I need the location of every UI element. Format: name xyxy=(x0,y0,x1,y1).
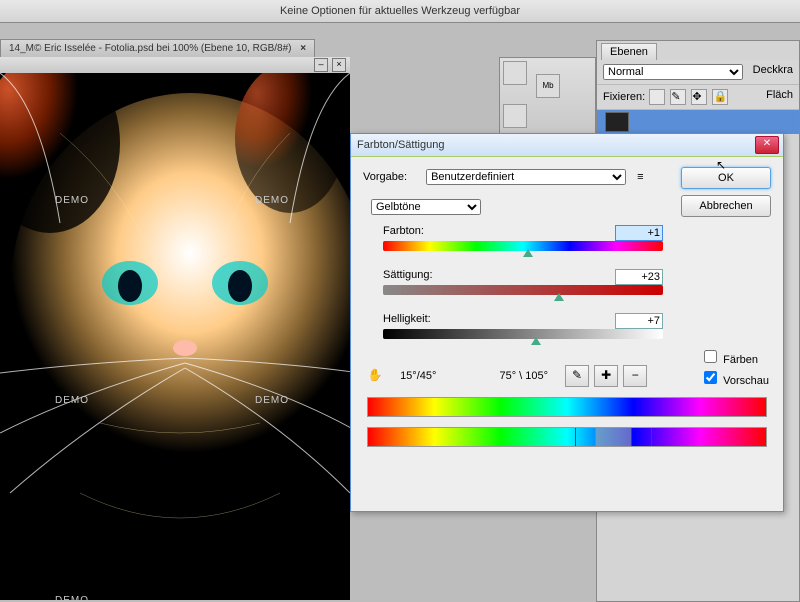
lig-input[interactable] xyxy=(615,313,663,329)
eyedropper-sub-icon[interactable]: − xyxy=(623,365,647,387)
spectrum-bottom[interactable] xyxy=(367,427,767,447)
range-deg-2: 75° \ 105° xyxy=(499,370,548,382)
preset-label: Vorgabe: xyxy=(363,171,423,183)
document-tab-label: 14_M© Eric Isselée - Fotolia.psd bei 100… xyxy=(9,43,292,54)
sat-input[interactable] xyxy=(615,269,663,285)
sat-slider[interactable] xyxy=(383,285,663,295)
app-icon[interactable] xyxy=(503,61,527,85)
watermark: DEMO xyxy=(255,395,289,406)
image-content xyxy=(0,73,350,600)
grid-icon[interactable] xyxy=(503,104,527,128)
preset-menu-icon[interactable]: ≡ xyxy=(637,171,643,183)
blend-mode-select[interactable]: Normal xyxy=(603,64,743,80)
range-fill xyxy=(595,428,631,446)
range-marker[interactable] xyxy=(575,428,576,446)
lock-transparent-icon[interactable] xyxy=(649,89,665,105)
layers-tab[interactable]: Ebenen xyxy=(601,43,657,60)
dialog-titlebar[interactable]: Farbton/Sättigung ✕ xyxy=(351,134,783,157)
hue-thumb[interactable] xyxy=(523,249,533,257)
spectrum-top[interactable] xyxy=(367,397,767,417)
minimize-icon[interactable]: – xyxy=(314,58,328,72)
colorize-check[interactable]: Färben xyxy=(700,347,769,366)
fill-label: Fläch xyxy=(766,89,793,101)
hue-sat-dialog: Farbton/Sättigung ✕ OK Abbrechen Vorgabe… xyxy=(350,133,784,512)
close-icon[interactable]: × xyxy=(332,58,346,72)
hue-label: Farbton: xyxy=(383,225,473,237)
toolstrip: Mb xyxy=(499,57,596,134)
close-tab-icon[interactable]: × xyxy=(300,43,306,54)
sat-label: Sättigung: xyxy=(383,269,473,281)
channel-select[interactable]: Gelbtöne xyxy=(371,199,481,215)
lig-label: Helligkeit: xyxy=(383,313,473,325)
hue-slider[interactable] xyxy=(383,241,663,251)
watermark: DEMO xyxy=(55,195,89,206)
lig-slider[interactable] xyxy=(383,329,663,339)
mb-icon[interactable]: Mb xyxy=(536,74,560,98)
preview-check[interactable]: Vorschau xyxy=(700,368,769,387)
range-marker[interactable] xyxy=(631,428,632,446)
sat-thumb[interactable] xyxy=(554,293,564,301)
cancel-button[interactable]: Abbrechen xyxy=(681,195,771,217)
lig-thumb[interactable] xyxy=(531,337,541,345)
range-marker[interactable] xyxy=(651,428,652,446)
opacity-label: Deckkra xyxy=(753,64,793,76)
options-bar: Keine Optionen für aktuelles Werkzeug ve… xyxy=(0,0,800,23)
layer-row-selected[interactable] xyxy=(597,110,799,134)
eyedropper-icon[interactable]: ✎ xyxy=(565,365,589,387)
layer-thumb xyxy=(605,112,629,132)
ok-button[interactable]: OK xyxy=(681,167,771,189)
dialog-title: Farbton/Sättigung xyxy=(357,139,444,151)
canvas-window-chrome: – × xyxy=(0,57,350,74)
blend-mode-row: Normal Deckkra xyxy=(597,60,799,85)
checkbox-group: Färben Vorschau xyxy=(700,345,769,389)
hand-icon[interactable]: ✋ xyxy=(364,366,386,386)
watermark: DEMO xyxy=(255,195,289,206)
eyedropper-add-icon[interactable]: ✚ xyxy=(594,365,618,387)
watermark: DEMO xyxy=(55,595,89,600)
lock-all-icon[interactable]: 🔒 xyxy=(712,89,728,105)
dialog-close-button[interactable]: ✕ xyxy=(755,136,779,154)
watermark: DEMO xyxy=(55,395,89,406)
document-tab[interactable]: 14_M© Eric Isselée - Fotolia.psd bei 100… xyxy=(0,39,315,58)
lock-label: Fixieren: xyxy=(603,91,645,103)
preset-select[interactable]: Benutzerdefiniert xyxy=(426,169,626,185)
canvas[interactable]: – × DEMO DEMO DEMO DEMO DEMO xyxy=(0,57,350,600)
hue-input[interactable] xyxy=(615,225,663,241)
lock-paint-icon[interactable]: ✎ xyxy=(670,89,686,105)
lock-move-icon[interactable]: ✥ xyxy=(691,89,707,105)
lock-row: Fixieren: ✎ ✥ 🔒 Fläch xyxy=(597,85,799,110)
range-deg-1: 15°/45° xyxy=(400,370,436,382)
